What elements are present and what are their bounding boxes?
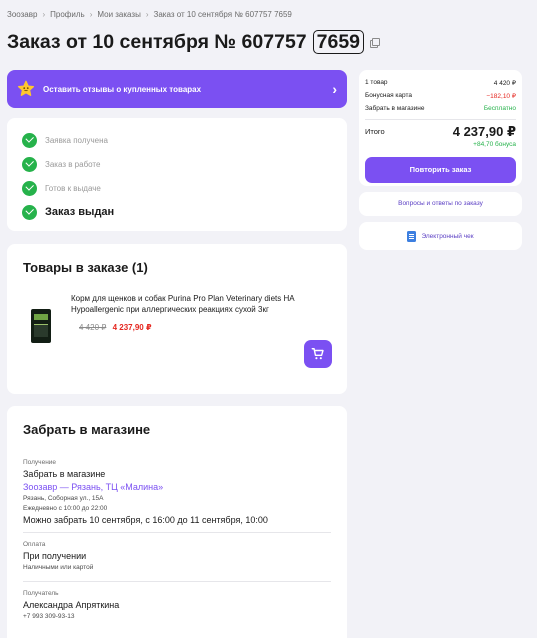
breadcrumb-separator-icon: › [89, 10, 93, 19]
chevron-right-icon: › [332, 81, 337, 97]
total-row: Итого 4 237,90 ₽ [365, 124, 516, 140]
payment-detail: Наличными или картой [23, 564, 94, 571]
e-receipt-link[interactable]: Электронный чек [359, 222, 522, 250]
summary-row: Забрать в магазине Бесплатно [365, 102, 516, 115]
pickup-details-card: Забрать в магазине Получение Забрать в м… [7, 406, 347, 638]
breadcrumb-home[interactable]: Зоозавр [7, 10, 37, 19]
store-address: Рязань, Соборная ул., 15А [23, 495, 104, 502]
total-label: Итого [365, 127, 385, 136]
status-step-label: Заказ в работе [45, 159, 101, 169]
summary-row-value: −182,10 ₽ [486, 92, 516, 100]
page-title-text: Заказ от 10 сентября № 607757 [7, 30, 307, 53]
order-summary-card: 1 товар 4 420 ₽ Бонусная карта −182,10 ₽… [359, 70, 522, 186]
total-value: 4 237,90 ₽ [452, 124, 516, 139]
status-step: Заявка получена [22, 128, 332, 152]
recipient-section: Получатель Александра Апряткина +7 993 3… [23, 582, 331, 630]
summary-row-label: Забрать в магазине [365, 105, 425, 112]
order-items-card: Товары в заказе (1) Корм для щенков и со… [7, 244, 347, 394]
order-number-suffix: 7659 [312, 30, 365, 54]
list-item: Корм для щенков и собак Purina Pro Plan … [23, 293, 332, 373]
recipient-name: Александра Апряткина [23, 600, 120, 610]
summary-row: Бонусная карта −182,10 ₽ [365, 89, 516, 102]
product-name[interactable]: Корм для щенков и собак Purina Pro Plan … [71, 293, 321, 315]
store-hours: Ежедневно с 10:00 до 22:00 [23, 505, 108, 512]
star-icon [17, 80, 35, 96]
pickup-heading: Забрать в магазине [23, 422, 151, 437]
status-step-label: Готов к выдаче [45, 183, 101, 193]
review-banner-text: Оставить отзывы о купленных товарах [43, 84, 202, 94]
check-icon [22, 204, 37, 220]
summary-row-value: 4 420 ₽ [493, 79, 516, 87]
order-status-card: Заявка получена Заказ в работе Готов к в… [7, 118, 347, 231]
summary-row-label: 1 товар [365, 79, 388, 86]
check-icon [22, 132, 37, 148]
payment-method: При получении [23, 551, 87, 561]
breadcrumb-separator-icon: › [145, 10, 149, 19]
product-image[interactable] [31, 309, 51, 343]
copy-icon[interactable] [370, 37, 381, 48]
payment-section: Оплата При получении Наличными или карто… [23, 533, 331, 582]
e-receipt-label: Электронный чек [421, 232, 474, 240]
breadcrumb-current: Заказ от 10 сентября № 607757 7659 [153, 10, 292, 19]
breadcrumb: Зоозавр › Профиль › Мои заказы › Заказ о… [7, 10, 292, 19]
old-price: 4 420 ₽ [79, 323, 107, 332]
store-link[interactable]: Зоозавр — Рязань, ТЦ «Малина» [23, 482, 331, 492]
status-step-label: Заказ выдан [45, 206, 115, 218]
pickup-window: Можно забрать 10 сентября, с 16:00 до 11… [23, 515, 268, 525]
summary-row: 1 товар 4 420 ₽ [365, 76, 516, 89]
recipient-caption: Получатель [23, 590, 59, 597]
breadcrumb-my-orders[interactable]: Мои заказы [97, 10, 140, 19]
receipt-caption: Получение [23, 459, 57, 466]
status-step-current: Заказ выдан [22, 200, 332, 224]
payment-caption: Оплата [23, 541, 46, 548]
add-to-cart-button[interactable] [304, 340, 332, 368]
page-title: Заказ от 10 сентября № 607757 7659 [7, 29, 381, 55]
status-step-label: Заявка получена [45, 135, 108, 145]
breadcrumb-profile[interactable]: Профиль [50, 10, 85, 19]
summary-row-label: Бонусная карта [365, 92, 413, 99]
bonus-earned: +84,70 бонуса [473, 141, 516, 148]
cart-icon [311, 348, 324, 360]
product-prices: 4 420 ₽ 4 237,90 ₽ [79, 323, 152, 332]
repeat-order-button[interactable]: Повторить заказ [365, 157, 516, 183]
current-price: 4 237,90 ₽ [112, 323, 152, 332]
review-banner[interactable]: Оставить отзывы о купленных товарах › [7, 70, 347, 108]
divider [365, 119, 516, 120]
order-qa-link[interactable]: Вопросы и ответы по заказу [359, 192, 522, 216]
check-icon [22, 156, 37, 172]
status-step: Готов к выдаче [22, 176, 332, 200]
receipt-icon [407, 230, 417, 242]
summary-row-value: Бесплатно [483, 105, 516, 112]
receipt-method: Забрать в магазине [23, 469, 106, 479]
order-items-heading: Товары в заказе (1) [23, 260, 148, 275]
status-step: Заказ в работе [22, 152, 332, 176]
check-icon [22, 180, 37, 196]
recipient-phone: +7 993 309-93-13 [23, 613, 75, 620]
breadcrumb-separator-icon: › [42, 10, 46, 19]
receipt-section: Получение Забрать в магазине Зоозавр — Р… [23, 451, 331, 533]
